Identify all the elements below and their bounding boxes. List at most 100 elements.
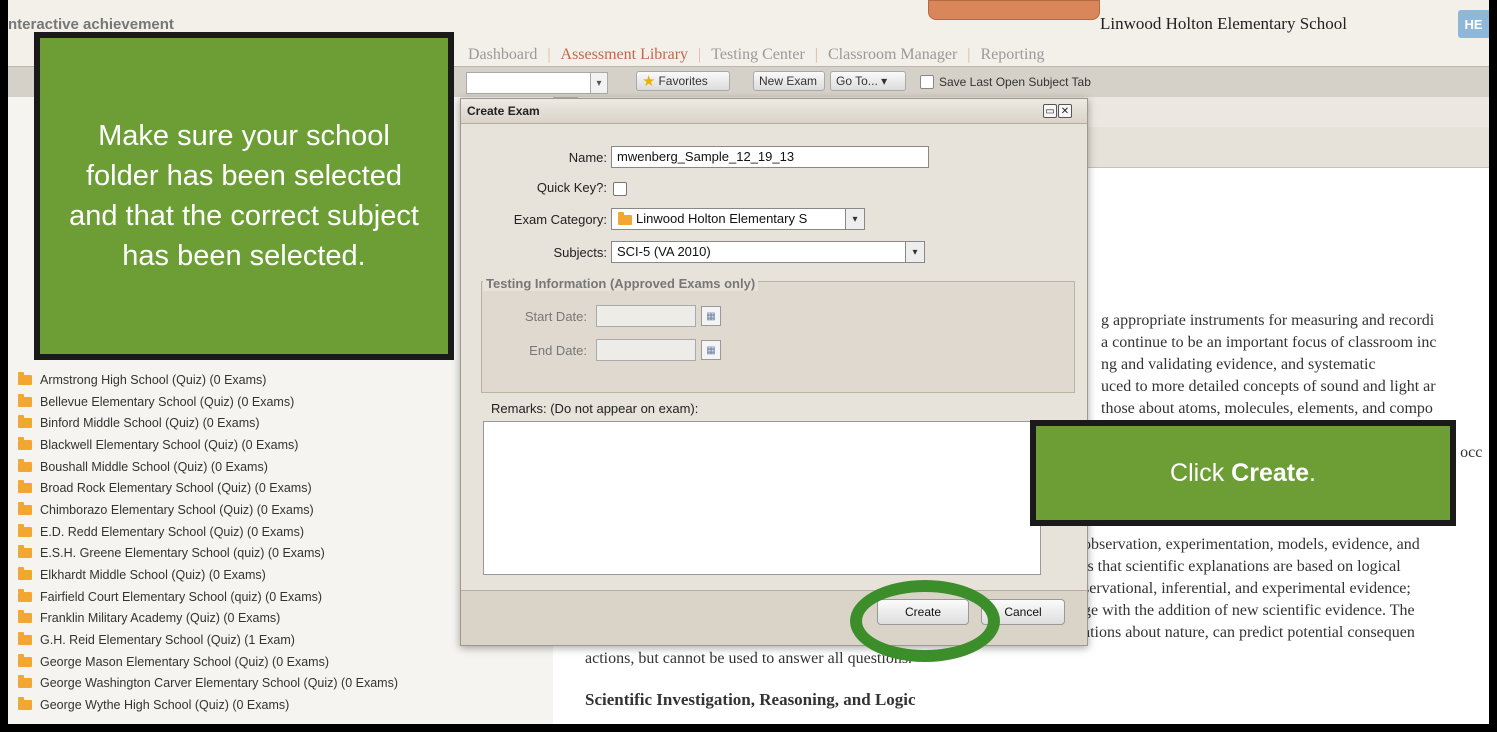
folder-icon [18,697,32,711]
content-line: ng and validating evidence, and systemat… [1101,356,1376,373]
callout-text-prefix: Click [1170,458,1232,487]
dialog-title: Create Exam [467,104,540,118]
folder-label: George Mason Elementary School (Quiz) (0… [40,654,329,669]
maximize-icon[interactable]: ▭ [1043,104,1057,118]
folder-label: E.D. Redd Elementary School (Quiz) (0 Ex… [40,524,304,539]
name-input[interactable]: mwenberg_Sample_12_19_13 [611,146,929,168]
subjects-select[interactable]: SCI-5 (VA 2010) ▾ [611,241,925,263]
folder-icon [18,653,32,667]
folder-label: G.H. Reid Elementary School (Quiz) (1 Ex… [40,633,295,648]
content-line: those about atoms, molecules, elements, … [1101,400,1433,417]
save-tab-label: Save Last Open Subject Tab [939,75,1091,89]
callout-text-bold: Create [1231,458,1309,487]
folder-icon [18,501,32,515]
remarks-label: Remarks: (Do not appear on exam): [491,401,699,416]
folder-label: Broad Rock Elementary School (Quiz) (0 E… [40,481,312,496]
folder-icon [18,371,32,385]
testing-info-group [481,281,1075,393]
school-name: Linwood Holton Elementary School [1100,14,1347,33]
subjects-value: SCI-5 (VA 2010) [617,244,711,259]
folder-icon [18,458,32,472]
new-exam-button[interactable]: New Exam [753,71,825,91]
dialog-titlebar[interactable]: Create Exam ▭ ✕ [461,99,1087,124]
star-icon: ★ [642,73,656,90]
goto-button[interactable]: Go To... ▾ [830,71,906,91]
nav-assessment-library[interactable]: Assessment Library [551,46,699,64]
folder-icon [618,212,632,225]
folder-icon [18,436,32,450]
instruction-callout-folder: Make sure your school folder has been se… [34,32,454,360]
folder-icon [18,567,32,581]
folder-label: E.S.H. Greene Elementary School (quiz) (… [40,546,325,561]
help-button[interactable]: HE [1458,10,1489,38]
folder-icon [18,675,32,689]
main-nav: Dashboard | Assessment Library | Testing C… [458,44,1055,66]
start-date-input [596,305,696,327]
calendar-icon: ▦ [701,340,721,360]
folder-label: Elkhardt Middle School (Quiz) (0 Exams) [40,568,266,583]
testing-info-legend: Testing Information (Approved Exams only… [483,276,759,291]
folder-label: Bellevue Elementary School (Quiz) (0 Exa… [40,394,295,409]
folder-label: Chimborazo Elementary School (Quiz) (0 E… [40,502,314,517]
chevron-down-icon: ▾ [590,73,607,93]
favorites-button[interactable]: ★ Favorites [636,71,730,91]
folder-label: Binford Middle School (Quiz) (0 Exams) [40,416,260,431]
instruction-callout-create: Click Create. [1030,420,1456,526]
subjects-label: Subjects: [553,245,607,260]
quick-key-checkbox[interactable] [613,182,627,196]
header-banner [928,0,1100,20]
chevron-down-icon: ▾ [905,242,924,262]
folder-label: Boushall Middle School (Quiz) (0 Exams) [40,459,268,474]
folder-icon [18,523,32,537]
highlight-ring [850,580,1000,662]
chevron-down-icon: ▾ [845,209,864,229]
folder-icon [18,610,32,624]
nav-testing-center[interactable]: Testing Center [701,46,815,64]
content-line: a continue to be an important focus of c… [1101,334,1437,351]
content-line: ts that scientific explanations are base… [1083,558,1401,575]
name-label: Name: [568,150,607,165]
nav-dashboard[interactable]: Dashboard [458,46,547,64]
folder-label: Franklin Military Academy (Quiz) (0 Exam… [40,611,281,626]
callout-text-suffix: . [1308,458,1316,487]
content-line: servational, inferential, and experiment… [1083,580,1411,597]
app-frame: nteractive achievement Linwood Holton El… [8,0,1489,724]
close-icon[interactable]: ✕ [1058,104,1072,118]
folder-row[interactable]: George Mason Elementary School (Quiz) (0… [18,651,548,673]
folder-label: Blackwell Elementary School (Quiz) (0 Ex… [40,437,299,452]
exam-category-value: Linwood Holton Elementary S [636,211,808,226]
folder-icon [18,393,32,407]
calendar-icon: ▦ [701,306,721,326]
exam-category-label: Exam Category: [513,212,607,227]
folder-label: Armstrong High School (Quiz) (0 Exams) [40,372,267,387]
quick-key-label: Quick Key?: [536,180,607,195]
content-line: observation, experimentation, models, ev… [1083,536,1420,553]
folder-icon [18,480,32,494]
content-line: actions, but cannot be used to answer al… [585,650,913,667]
folder-icon [18,545,32,559]
folder-label: Fairfield Court Elementary School (quiz)… [40,589,323,604]
nav-classroom-manager[interactable]: Classroom Manager [818,46,967,64]
end-date-label: End Date: [529,343,587,358]
folder-label: George Wythe High School (Quiz) (0 Exams… [40,698,290,713]
folder-icon [18,588,32,602]
favorites-label: Favorites [658,74,708,88]
save-tab-checkbox[interactable]: Save Last Open Subject Tab [920,75,1091,89]
nav-reporting[interactable]: Reporting [971,46,1055,64]
start-date-label: Start Date: [524,309,587,324]
folder-label: George Washington Carver Elementary Scho… [40,676,399,691]
create-exam-dialog: Create Exam ▭ ✕ Name: mwenberg_Sample_12… [460,98,1088,646]
app-tagline: nteractive achievement [8,16,174,33]
checkbox-icon [920,75,934,89]
content-line: ge with the addition of new scientific e… [1083,602,1415,619]
folder-icon [18,415,32,429]
folder-row[interactable]: George Wythe High School (Quiz) (0 Exams… [18,694,548,716]
exam-category-select[interactable]: Linwood Holton Elementary S ▾ [611,208,865,230]
subject-select[interactable]: ▾ [466,72,608,94]
content-line: ations about nature, can predict potenti… [1083,624,1415,641]
remarks-textarea[interactable] [483,421,1041,575]
end-date-input [596,339,696,361]
folder-icon [18,632,32,646]
folder-row[interactable]: George Washington Carver Elementary Scho… [18,673,548,695]
content-line: g appropriate instruments for measuring … [1101,312,1435,329]
